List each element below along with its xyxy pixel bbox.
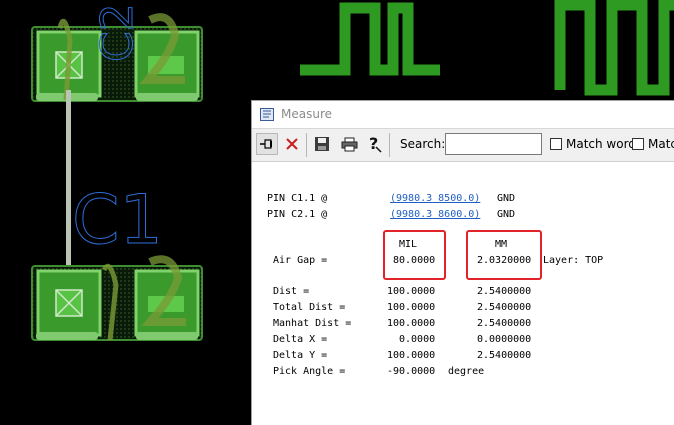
match-word-label: Match word (566, 137, 636, 151)
match-case-label: Match (648, 137, 674, 151)
pick-angle-unit: degree (448, 366, 485, 377)
measure-report: PIN C1.1 @ (9980.3 8500.0) GND PIN C2.1 … (252, 162, 674, 425)
toolbar-separator (306, 133, 307, 157)
pin-c1-label: PIN C1.1 @ (267, 193, 328, 204)
pin-c2-coordinate-link[interactable]: (9980.3 8600.0) (390, 209, 480, 221)
total-dist-mm-value: 2.5400000 (477, 302, 532, 313)
dist-mil-value: 100.0000 (387, 286, 436, 297)
pin-button[interactable] (256, 133, 278, 155)
help-button[interactable]: ? (364, 133, 386, 155)
manhat-dist-label: Manhat Dist = (273, 318, 352, 329)
total-dist-label: Total Dist = (273, 302, 346, 313)
delta-x-mil-value: 0.0000 (399, 334, 436, 345)
pin-icon (260, 139, 272, 149)
svg-text:?: ? (369, 135, 378, 153)
pin-c2-net: GND (497, 209, 516, 220)
delta-y-label: Delta Y = (273, 350, 328, 361)
manhat-dist-mm-value: 2.5400000 (477, 318, 532, 329)
total-dist-mil-value: 100.0000 (387, 302, 436, 313)
dist-mm-value: 2.5400000 (477, 286, 532, 297)
close-icon (286, 138, 298, 150)
search-label: Search: (400, 137, 446, 151)
air-gap-mm-value: 2.0320000 (477, 255, 532, 266)
measure-window[interactable]: Measure ? Search: Match word Mat PIN C1.… (251, 100, 674, 425)
measure-toolbar: ? Search: Match word Match (252, 129, 674, 162)
search-input[interactable] (445, 133, 542, 155)
pick-angle-value: -90.0000 (387, 366, 436, 377)
measure-app-icon (260, 108, 274, 121)
unit-mil-header: MIL (399, 239, 418, 250)
match-word-checkbox[interactable] (550, 138, 562, 150)
measure-titlebar[interactable]: Measure (252, 101, 674, 129)
delta-x-label: Delta X = (273, 334, 328, 345)
air-gap-layer: Layer: TOP (543, 255, 604, 266)
c2-ref-text: C2 (92, 3, 143, 62)
help-icon: ? (369, 135, 382, 153)
close-report-button[interactable] (281, 133, 303, 155)
manhat-dist-mil-value: 100.0000 (387, 318, 436, 329)
pin-c1-net: GND (497, 193, 516, 204)
window-title: Measure (281, 107, 332, 121)
print-button[interactable] (338, 133, 360, 155)
c1-ref-text: C1 (72, 181, 163, 260)
dist-label: Dist = (273, 286, 310, 297)
air-gap-mil-value: 80.0000 (393, 255, 436, 266)
toolbar-separator (389, 133, 390, 157)
printer-icon (341, 137, 357, 151)
pin-c2-label: PIN C2.1 @ (267, 209, 328, 220)
delta-y-mil-value: 100.0000 (387, 350, 436, 361)
pin-c1-coordinate-link[interactable]: (9980.3 8500.0) (390, 193, 480, 205)
match-case-checkbox[interactable] (632, 138, 644, 150)
save-button[interactable] (311, 133, 333, 155)
save-icon (315, 137, 329, 151)
pcb-trace-vertical[interactable] (66, 90, 71, 272)
unit-mm-header: MM (495, 239, 508, 250)
delta-x-mm-value: 0.0000000 (477, 334, 532, 345)
pick-angle-label: Pick Angle = (273, 366, 346, 377)
delta-y-mm-value: 2.5400000 (477, 350, 532, 361)
air-gap-label: Air Gap = (273, 255, 328, 266)
component-c1[interactable] (31, 255, 203, 341)
